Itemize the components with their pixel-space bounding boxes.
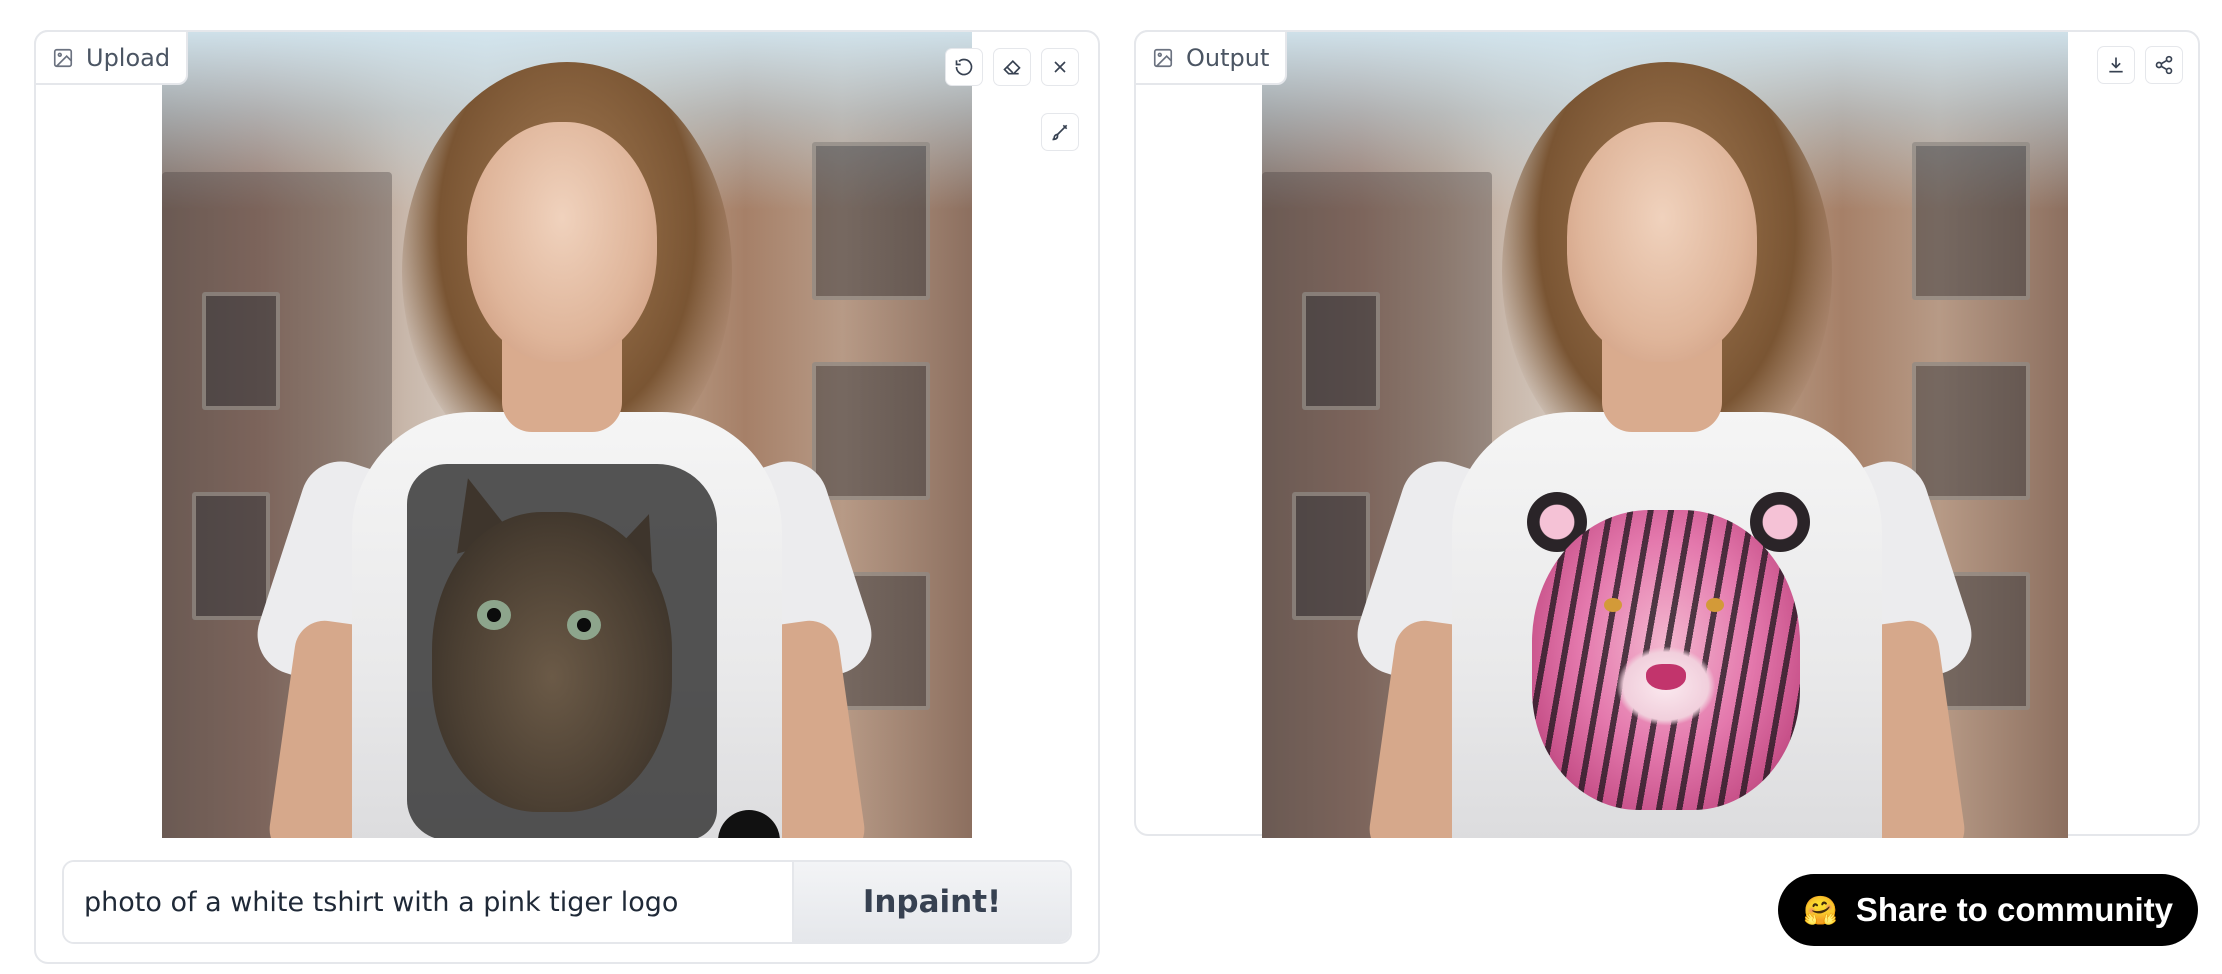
eraser-button[interactable]: [993, 48, 1031, 86]
image-icon: [53, 48, 73, 67]
face: [467, 122, 657, 362]
face: [1567, 122, 1757, 362]
cat-eye-right: [567, 610, 601, 640]
close-icon: [1054, 61, 1066, 73]
background-window: [812, 362, 930, 500]
background-window: [1912, 142, 2030, 300]
upload-panel: Upload photo of a white tshirt with a pi…: [34, 30, 1100, 964]
share-output-button[interactable]: [2145, 46, 2183, 84]
tiger-nose: [1646, 664, 1686, 690]
download-icon: [2109, 57, 2123, 73]
hugging-face-icon: 🤗: [1802, 894, 1838, 926]
image-icon: [1153, 48, 1173, 67]
background-window: [192, 492, 270, 620]
prompt-input[interactable]: photo of a white tshirt with a pink tige…: [64, 862, 792, 942]
undo-button[interactable]: [945, 48, 983, 86]
share-button-label: Share to community: [1855, 891, 2174, 928]
prompt-row: photo of a white tshirt with a pink tige…: [62, 860, 1072, 944]
output-panel: Output: [1134, 30, 2200, 838]
share-icon: [2155, 55, 2173, 75]
share-to-community-button[interactable]: 🤗 Share to community: [1778, 874, 2198, 946]
inpaint-button[interactable]: Inpaint!: [792, 862, 1070, 942]
background-window: [1912, 362, 2030, 500]
output-label: Output: [1134, 30, 1288, 85]
download-button[interactable]: [2097, 46, 2135, 84]
background-window: [1292, 492, 1370, 620]
output-label-text: Output: [1186, 43, 1270, 72]
tiger-eye-left: [1604, 598, 1622, 612]
tiger-eye-right: [1706, 598, 1724, 612]
brush-button[interactable]: [1041, 113, 1079, 151]
cat-image: [432, 512, 672, 812]
upload-label: Upload: [34, 30, 189, 85]
brush-icon: [1052, 124, 1068, 141]
upload-image-editor[interactable]: [162, 32, 972, 838]
upload-label-text: Upload: [86, 43, 171, 72]
clear-button[interactable]: [1041, 48, 1079, 86]
output-image: [1262, 32, 2068, 838]
undo-icon: [955, 58, 973, 76]
background-window: [1302, 292, 1380, 410]
cat-eye-left: [477, 600, 511, 630]
background-window: [812, 142, 930, 300]
eraser-icon: [1003, 59, 1021, 75]
background-window: [202, 292, 280, 410]
